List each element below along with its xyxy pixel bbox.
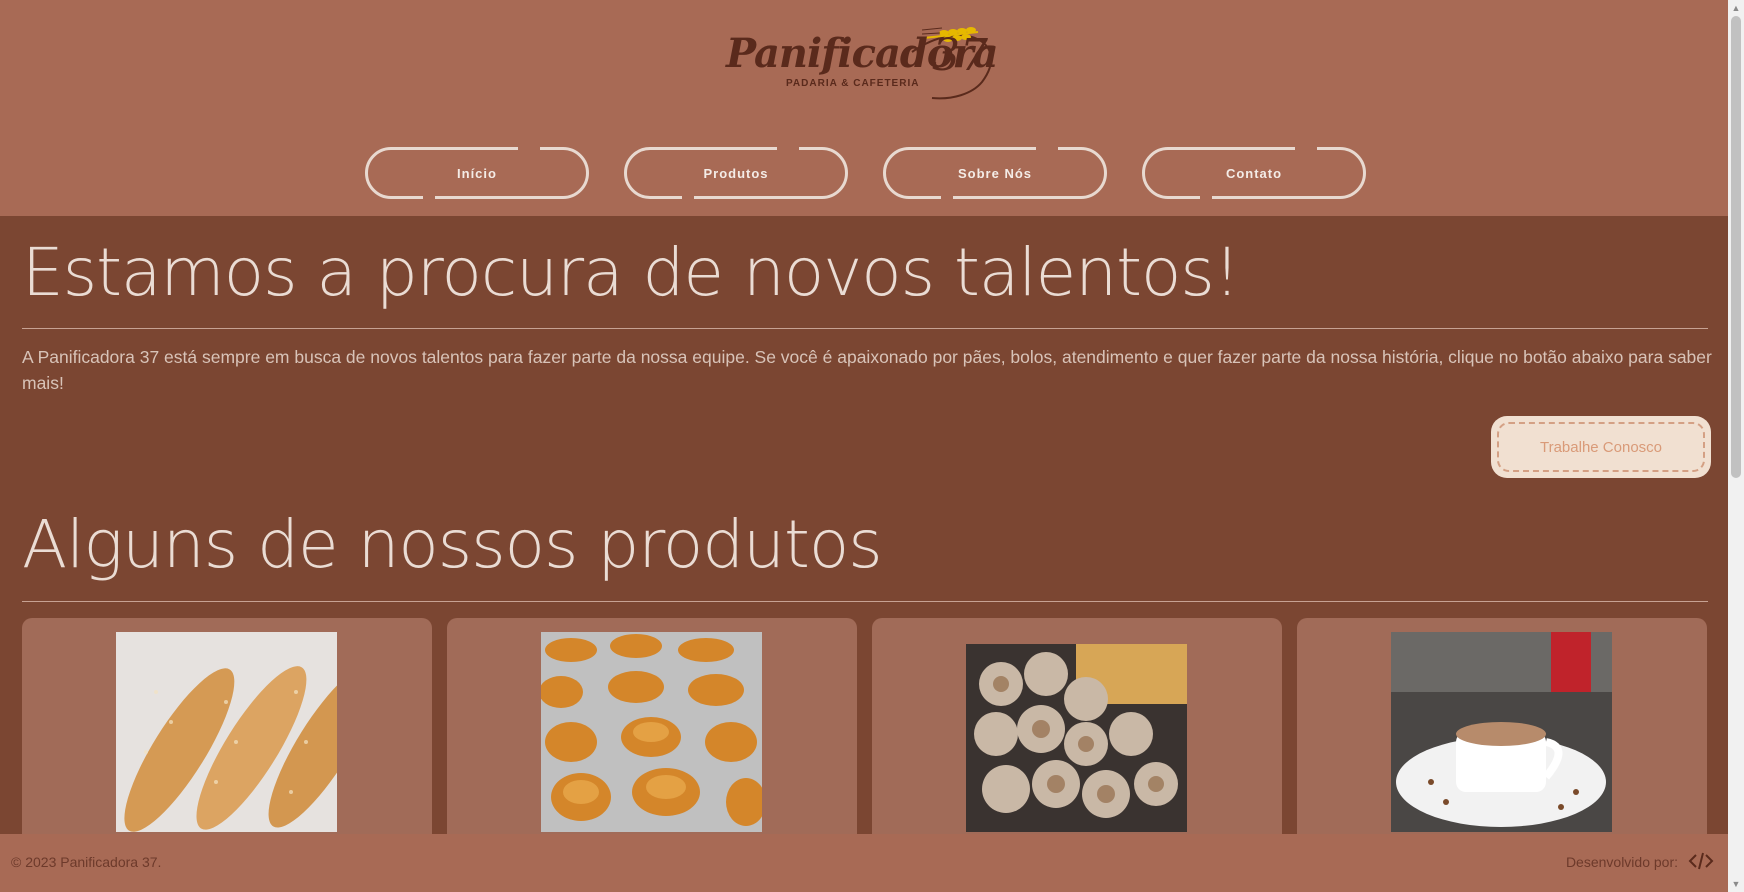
logo-number: 37 xyxy=(932,30,988,81)
code-icon[interactable] xyxy=(1688,850,1714,872)
nav-sobre-button[interactable]: Sobre Nós xyxy=(883,146,1107,200)
coffee-image xyxy=(1391,632,1612,832)
cake-image xyxy=(541,632,762,832)
pastry-image xyxy=(966,644,1187,832)
product-card[interactable] xyxy=(1297,618,1707,848)
logo[interactable]: Panificadora 37 PADARIA & CAFETERIA xyxy=(722,22,1012,102)
divider xyxy=(22,601,1708,602)
product-card[interactable] xyxy=(872,618,1282,848)
scroll-down-icon[interactable]: ▼ xyxy=(1731,879,1741,889)
scroll-thumb[interactable] xyxy=(1731,16,1741,478)
nav-inicio-button[interactable]: Início xyxy=(365,146,589,200)
nav-label: Contato xyxy=(1225,165,1283,181)
main-nav: Início Produtos Sobre Nós Contato xyxy=(365,146,1366,201)
scroll-up-icon[interactable]: ▲ xyxy=(1731,3,1741,13)
work-with-us-label: Trabalhe Conosco xyxy=(1539,438,1662,456)
nav-label: Produtos xyxy=(703,165,769,181)
jobs-title: Estamos a procura de novos talentos! xyxy=(22,234,1240,311)
products-title: Alguns de nossos produtos xyxy=(22,506,883,583)
main-content: Estamos a procura de novos talentos! A P… xyxy=(0,216,1728,848)
divider xyxy=(22,328,1708,329)
product-card[interactable] xyxy=(447,618,857,848)
logo-tagline: PADARIA & CAFETERIA xyxy=(786,78,920,89)
page-scrollbar[interactable]: ▲ ▼ xyxy=(1728,0,1744,892)
nav-produtos-button[interactable]: Produtos xyxy=(624,146,848,200)
nav-label: Sobre Nós xyxy=(957,165,1032,181)
nav-label: Início xyxy=(457,165,497,181)
work-with-us-button[interactable]: Trabalhe Conosco xyxy=(1491,416,1711,478)
jobs-text: A Panificadora 37 está sempre em busca d… xyxy=(22,347,1712,393)
copyright-text: © 2023 Panificadora 37. xyxy=(11,854,162,870)
footer: © 2023 Panificadora 37. Desenvolvido por… xyxy=(0,834,1728,892)
product-card[interactable] xyxy=(22,618,432,848)
bread-image xyxy=(116,632,337,832)
nav-contato-button[interactable]: Contato xyxy=(1142,146,1366,200)
developed-by-text: Desenvolvido por: xyxy=(1565,854,1678,870)
header: Panificadora 37 PADARIA & CAFETERIA Iníc… xyxy=(0,0,1728,216)
